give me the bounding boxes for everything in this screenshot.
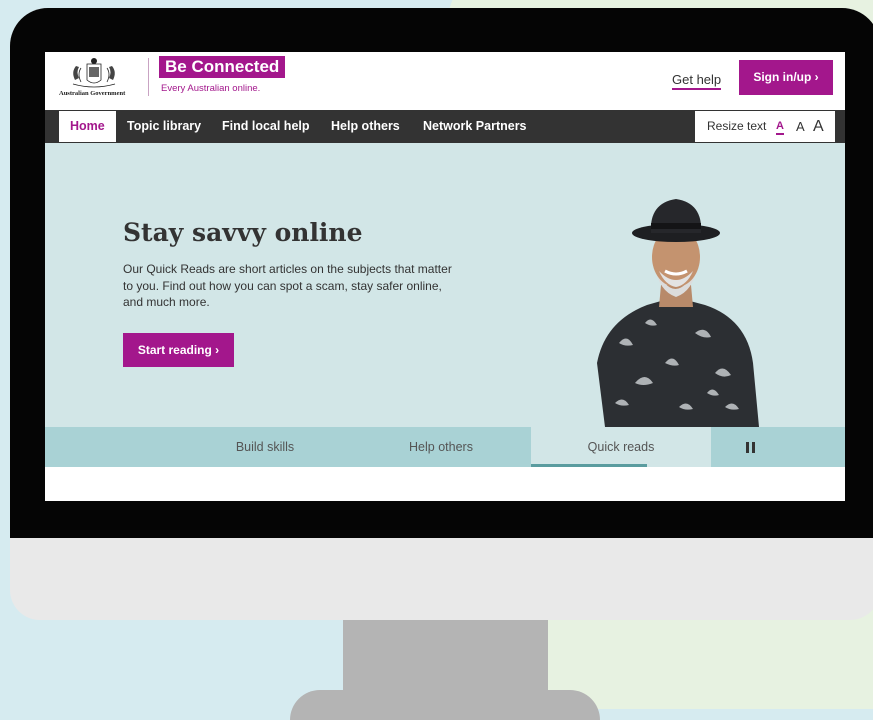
- hero-banner: Stay savvy online Our Quick Reads are sh…: [45, 143, 845, 427]
- nav-help-others[interactable]: Help others: [331, 110, 400, 143]
- resize-small-button[interactable]: A: [776, 120, 784, 135]
- pause-icon[interactable]: [746, 442, 755, 453]
- nav-home[interactable]: Home: [59, 111, 116, 142]
- nav-find-local-help[interactable]: Find local help: [222, 110, 310, 143]
- header-divider: [148, 58, 149, 96]
- sign-in-button[interactable]: Sign in/up ›: [739, 60, 833, 95]
- tab-build-skills[interactable]: Build skills: [195, 427, 335, 467]
- gov-label: Australian Government: [59, 90, 126, 97]
- monitor-stand-foot: [290, 690, 600, 720]
- resize-text-label: Resize text: [707, 119, 767, 133]
- start-reading-button[interactable]: Start reading ›: [123, 333, 234, 367]
- resize-medium-button[interactable]: A: [796, 111, 805, 142]
- hero-description: Our Quick Reads are short articles on th…: [123, 262, 452, 309]
- site-header: Australian Government Be Connected Every…: [45, 52, 845, 109]
- get-help-link[interactable]: Get help: [672, 72, 722, 90]
- hero-man-photo: [597, 199, 759, 427]
- section-tabs: Build skills Help others Quick reads: [45, 427, 845, 467]
- brand-tagline: Every Australian online.: [161, 83, 261, 94]
- nav-network-partners[interactable]: Network Partners: [423, 110, 527, 143]
- brand-logo[interactable]: Be Connected: [159, 56, 286, 78]
- resize-large-button[interactable]: A: [813, 111, 824, 142]
- main-nav: Home Topic library Find local help Help …: [45, 110, 845, 143]
- tab-quick-reads[interactable]: Quick reads: [531, 427, 711, 467]
- hero-title: Stay savvy online: [123, 218, 363, 247]
- nav-topic-library[interactable]: Topic library: [127, 110, 201, 143]
- tab-help-others[interactable]: Help others: [371, 427, 511, 467]
- website-screen: Australian Government Be Connected Every…: [45, 52, 845, 501]
- active-tab-indicator: [531, 464, 647, 467]
- resize-text-control: Resize text A A A: [695, 111, 835, 142]
